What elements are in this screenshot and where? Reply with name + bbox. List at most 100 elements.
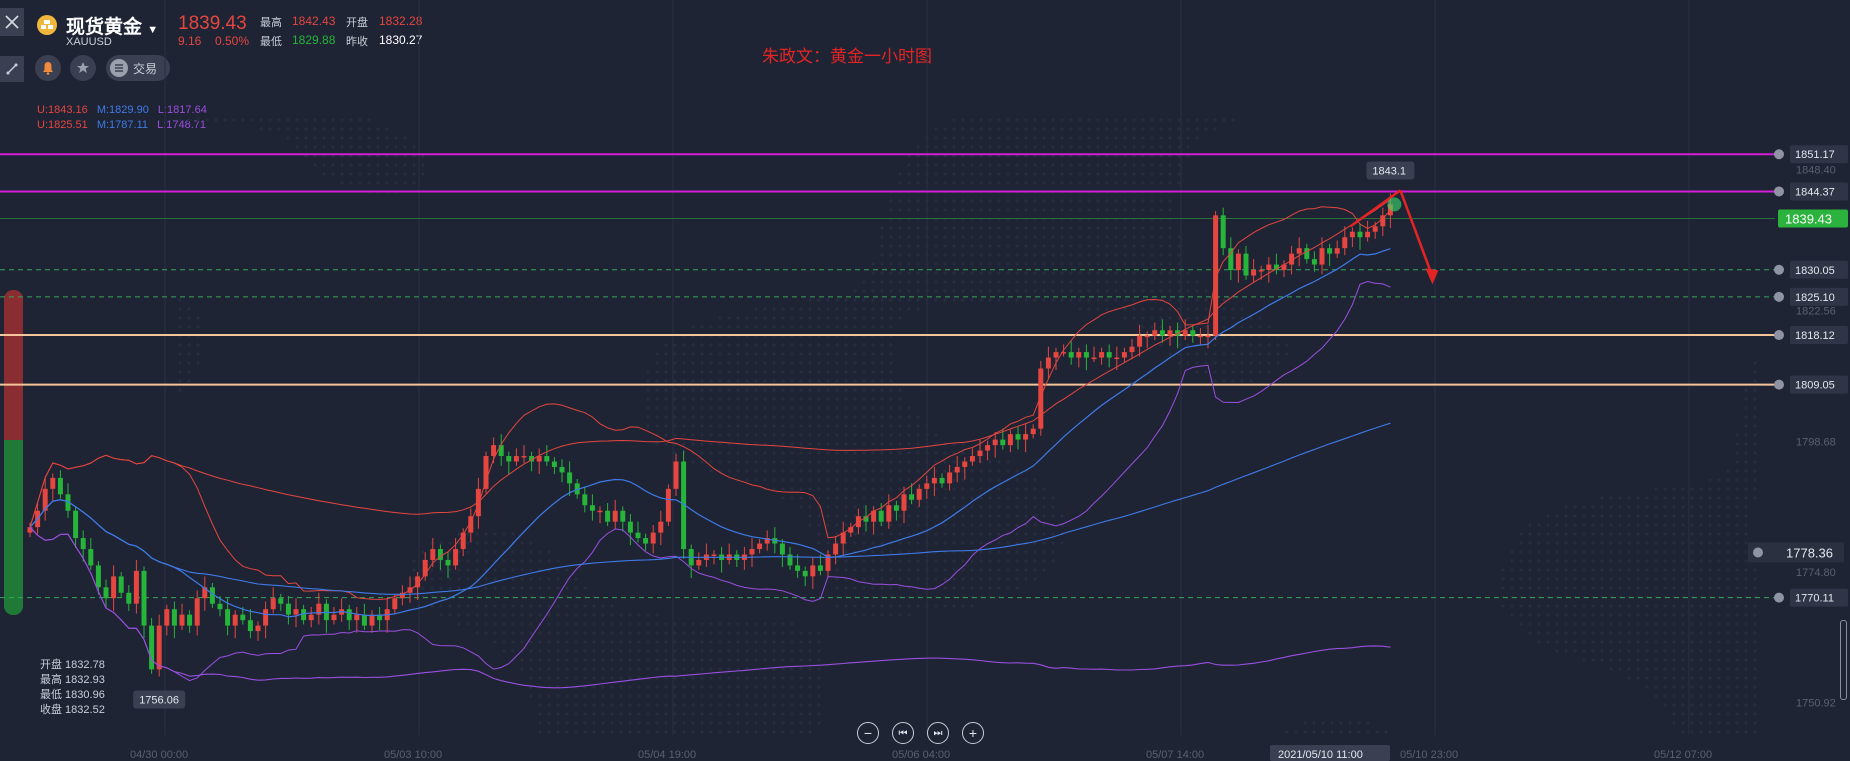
map-dot xyxy=(970,604,974,608)
map-dot xyxy=(799,460,803,464)
map-dot xyxy=(763,649,767,653)
map-dot xyxy=(1051,298,1055,302)
map-dot xyxy=(556,730,560,734)
map-dot xyxy=(907,604,911,608)
map-dot xyxy=(1105,289,1109,293)
map-dot xyxy=(1744,667,1748,671)
map-dot xyxy=(1753,388,1757,392)
map-dot xyxy=(1015,505,1019,509)
map-dot xyxy=(1564,640,1568,644)
map-dot xyxy=(1024,253,1028,257)
map-dot xyxy=(709,361,713,365)
map-dot xyxy=(412,163,416,167)
map-dot xyxy=(700,658,704,662)
candle-body xyxy=(430,549,436,560)
map-dot xyxy=(1672,631,1676,635)
map-dot xyxy=(565,622,569,626)
map-dot xyxy=(529,640,533,644)
map-dot xyxy=(502,631,506,635)
map-dot xyxy=(1645,667,1649,671)
map-dot xyxy=(853,316,857,320)
map-dot xyxy=(790,451,794,455)
crosshair-time-label: 2021/05/10 11:00 xyxy=(1278,749,1363,761)
map-dot xyxy=(871,325,875,329)
zoom-out-button[interactable]: − xyxy=(857,722,879,744)
map-dot xyxy=(1141,307,1145,311)
map-dot xyxy=(943,181,947,185)
map-dot xyxy=(664,397,668,401)
map-dot xyxy=(817,703,821,707)
step-back-button[interactable]: ⏮ xyxy=(892,722,914,744)
map-dot xyxy=(1519,613,1523,617)
map-dot xyxy=(1024,262,1028,266)
map-dot xyxy=(1726,559,1730,563)
map-dot xyxy=(592,604,596,608)
map-dot xyxy=(1699,640,1703,644)
map-dot xyxy=(1546,613,1550,617)
map-dot xyxy=(880,280,884,284)
map-dot xyxy=(988,199,992,203)
price-scale-scrollbar[interactable] xyxy=(1840,620,1847,700)
map-dot xyxy=(1159,217,1163,221)
map-dot xyxy=(646,685,650,689)
map-dot xyxy=(718,379,722,383)
map-dot xyxy=(1051,262,1055,266)
map-dot xyxy=(808,703,812,707)
map-dot xyxy=(952,568,956,572)
map-dot xyxy=(1627,559,1631,563)
map-dot xyxy=(745,424,749,428)
map-dot xyxy=(1042,244,1046,248)
map-dot xyxy=(538,721,542,725)
map-dot xyxy=(997,217,1001,221)
map-dot xyxy=(682,379,686,383)
map-dot xyxy=(763,325,767,329)
map-dot xyxy=(1042,496,1046,500)
map-dot xyxy=(1627,505,1631,509)
map-dot xyxy=(1609,550,1613,554)
map-dot xyxy=(1096,235,1100,239)
map-dot xyxy=(853,460,857,464)
map-dot xyxy=(925,298,929,302)
price-chart[interactable]: 1848.401822.561798.681774.801750.921851.… xyxy=(0,0,1850,761)
map-dot xyxy=(736,658,740,662)
map-dot xyxy=(988,568,992,572)
step-forward-button[interactable]: ⏭ xyxy=(927,722,949,744)
map-dot xyxy=(1105,244,1109,248)
map-dot xyxy=(943,253,947,257)
candle-body xyxy=(331,614,337,621)
map-dot xyxy=(844,307,848,311)
map-dot xyxy=(1690,496,1694,500)
map-dot xyxy=(646,703,650,707)
map-dot xyxy=(772,631,776,635)
map-dot xyxy=(790,397,794,401)
map-dot xyxy=(340,118,344,122)
map-dot xyxy=(637,694,641,698)
map-dot xyxy=(736,406,740,410)
map-dot xyxy=(1213,370,1217,374)
map-dot xyxy=(1528,577,1532,581)
map-dot xyxy=(1042,559,1046,563)
map-dot xyxy=(1024,208,1028,212)
map-dot xyxy=(556,586,560,590)
map-dot xyxy=(907,253,911,257)
candle-body xyxy=(612,510,618,522)
map-dot xyxy=(1627,550,1631,554)
map-dot xyxy=(817,451,821,455)
map-dot xyxy=(709,658,713,662)
map-dot xyxy=(1663,685,1667,689)
map-dot xyxy=(1753,667,1757,671)
map-dot xyxy=(745,658,749,662)
map-dot xyxy=(934,577,938,581)
map-dot xyxy=(1141,163,1145,167)
map-dot xyxy=(898,523,902,527)
map-dot xyxy=(1042,514,1046,518)
map-dot xyxy=(754,433,758,437)
map-dot xyxy=(520,631,524,635)
zoom-in-button[interactable]: + xyxy=(962,722,984,744)
map-dot xyxy=(538,559,542,563)
map-dot xyxy=(889,523,893,527)
map-dot xyxy=(322,163,326,167)
map-dot xyxy=(808,721,812,725)
candle-body xyxy=(962,461,968,467)
map-dot xyxy=(1681,568,1685,572)
